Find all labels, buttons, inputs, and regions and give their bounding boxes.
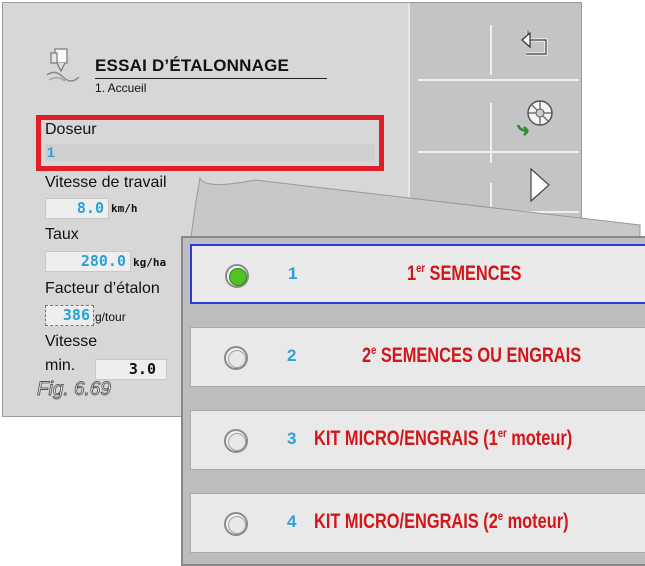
radio-unselected-icon[interactable] [224, 429, 248, 453]
option-number: 3 [287, 429, 297, 448]
option-label: 2e SEMENCES OU ENGRAIS [362, 343, 582, 367]
option-1[interactable]: 1 1er SEMENCES [190, 244, 645, 304]
option-2[interactable]: 2 2e SEMENCES OU ENGRAIS [190, 327, 645, 387]
option-4[interactable]: 4 KIT MICRO/ENGRAIS (2e moteur) [190, 493, 645, 553]
radio-selected-icon[interactable] [225, 264, 249, 288]
radio-unselected-icon[interactable] [224, 346, 248, 370]
radio-unselected-icon[interactable] [224, 512, 248, 536]
option-number: 4 [287, 512, 297, 531]
option-label: 1er SEMENCES [407, 261, 522, 285]
option-number: 1 [288, 264, 298, 283]
option-number: 2 [287, 346, 297, 365]
option-label: KIT MICRO/ENGRAIS (1er moteur) [314, 426, 573, 450]
doseur-selection-popup: 1 1er SEMENCES 2 2e SEMENCES OU ENGRAIS … [181, 236, 645, 566]
option-label: KIT MICRO/ENGRAIS (2e moteur) [314, 509, 569, 533]
option-3[interactable]: 3 KIT MICRO/ENGRAIS (1er moteur) [190, 410, 645, 470]
